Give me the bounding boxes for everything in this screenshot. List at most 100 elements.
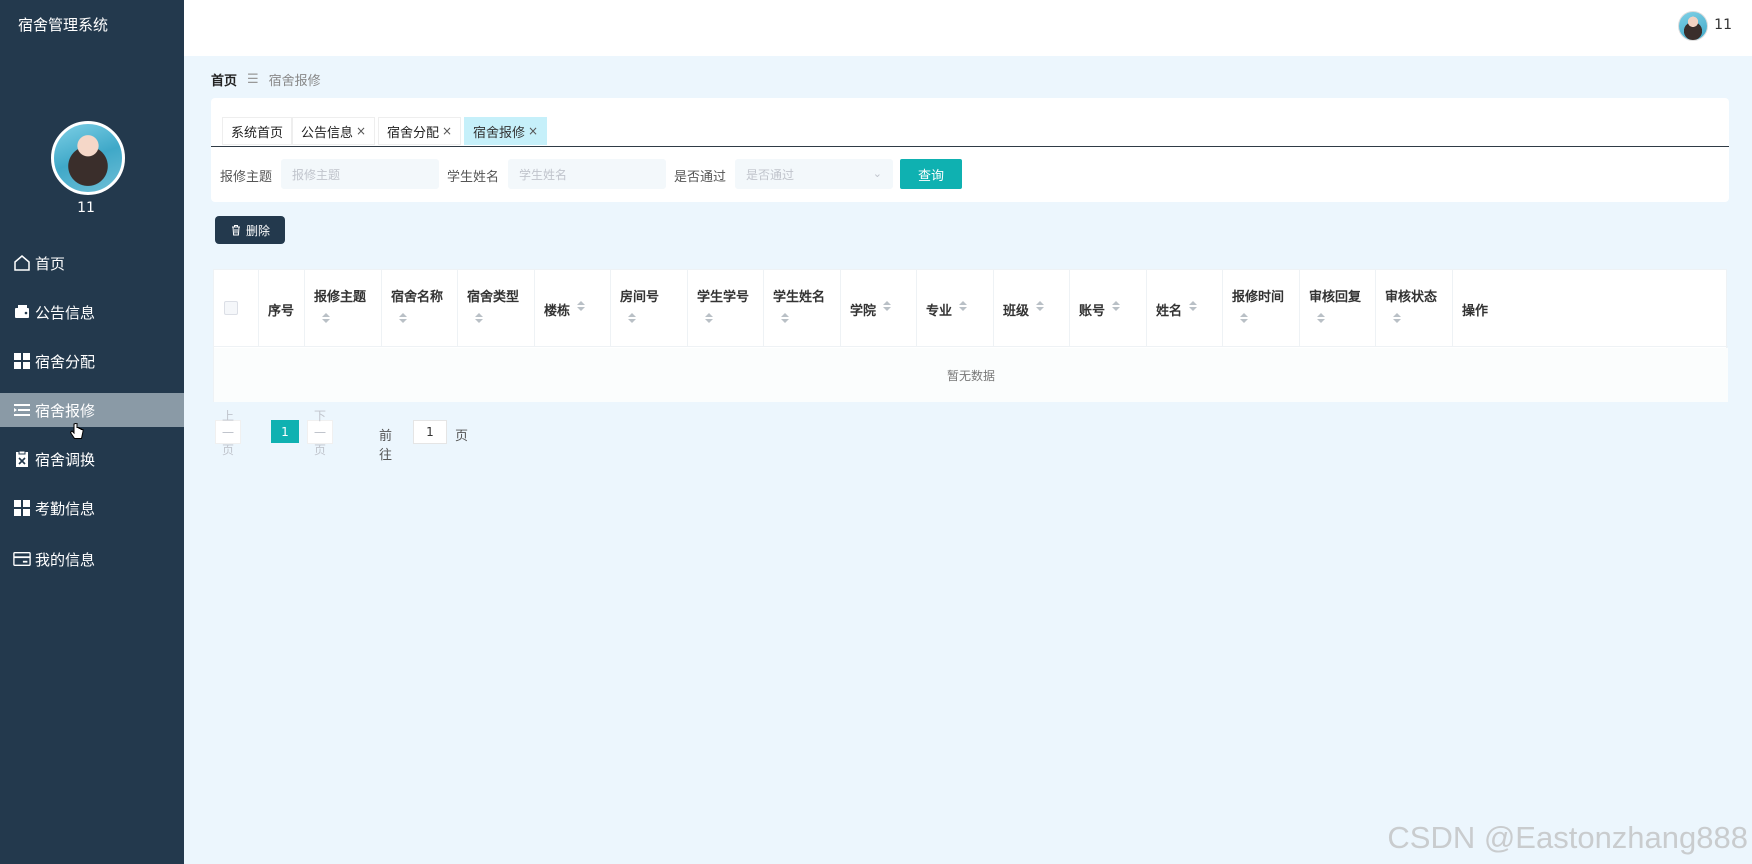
topic-input[interactable]: 报修主题 [281,159,439,189]
delete-label: 删除 [245,223,270,238]
sort-icon[interactable] [322,313,330,325]
sort-icon[interactable] [705,313,713,325]
tab-allocation[interactable]: 宿舍分配 × [378,117,462,145]
sidebar-item-my-info[interactable]: 我的信息 [0,542,184,576]
tab-label: 宿舍分配 [387,125,440,141]
column-header[interactable]: 宿舍名称 [382,270,458,347]
hand-cursor-icon [70,423,84,439]
column-header[interactable]: 学生姓名 [764,270,841,347]
column-header[interactable]: 姓名 [1147,270,1223,347]
column-header[interactable]: 楼栋 [535,270,611,347]
trash-icon [231,225,240,236]
student-name-placeholder: 学生姓名 [519,167,568,182]
tab-repair[interactable]: 宿舍报修 × [464,117,548,145]
sort-icon[interactable] [1112,301,1120,313]
profile-name: 11 [77,200,95,216]
sort-icon[interactable] [475,313,483,325]
sidebar-item-allocation[interactable]: 宿舍分配 [0,344,184,378]
sort-icon[interactable] [577,301,585,313]
user-avatar[interactable] [1678,11,1708,41]
column-header[interactable]: 专业 [917,270,994,347]
table-header: 序号 报修主题 宿舍名称 宿舍类型 楼栋 房间号 学生学号 学生姓名 学院 专业… [214,270,1728,347]
breadcrumb-home[interactable]: 首页 [211,70,237,89]
sort-icon[interactable] [399,313,407,325]
sort-icon[interactable] [1393,313,1401,325]
delete-button[interactable]: 删除 [215,216,285,244]
close-icon[interactable]: × [356,124,366,138]
column-header: 序号 [259,270,305,347]
passed-label: 是否通过 [674,170,727,185]
column-header[interactable]: 审核状态 [1376,270,1453,347]
sort-icon[interactable] [1189,301,1197,313]
sidebar-item-swap[interactable]: 宿舍调换 [0,442,184,476]
passed-select[interactable]: 是否通过 ⌄ [735,159,893,189]
tab-bar: 系统首页 公告信息 × 宿舍分配 × 宿舍报修 × [211,98,1729,147]
column-header[interactable]: 学院 [841,270,917,347]
profile-avatar [51,121,125,195]
tab-notices[interactable]: 公告信息 × [292,117,376,145]
query-button[interactable]: 查询 [900,159,962,189]
goto-page-input[interactable]: 1 [413,420,447,444]
sidebar-item-attendance[interactable]: 考勤信息 [0,491,184,525]
wallet-icon [13,303,31,321]
sort-icon[interactable] [959,301,967,313]
tab-system-home[interactable]: 系统首页 [222,117,293,145]
breadcrumb-current: 宿舍报修 [268,74,321,89]
column-header[interactable]: 班级 [994,270,1070,347]
select-all-checkbox[interactable] [224,301,238,315]
top-bar: 11 [184,0,1752,56]
breadcrumb: 首页 ☰ 宿舍报修 [211,70,321,89]
home-icon [13,254,31,272]
close-icon[interactable]: × [442,124,452,138]
column-header[interactable]: 学生学号 [688,270,764,347]
sidebar-item-label: 宿舍报修 [35,401,96,420]
column-header: 操作 [1462,304,1489,319]
breadcrumb-separator-icon: ☰ [247,72,259,87]
column-header[interactable]: 报修主题 [305,270,382,347]
card-icon [13,550,31,568]
sort-icon[interactable] [883,301,891,313]
user-name[interactable]: 11 [1714,17,1732,33]
topic-placeholder: 报修主题 [292,167,341,182]
goto-label: 前往 [379,429,393,463]
sort-icon[interactable] [1036,301,1044,313]
sidebar-item-label: 我的信息 [35,550,96,569]
tab-label: 公告信息 [301,125,354,141]
app-title: 宿舍管理系统 [18,16,109,34]
student-name-label: 学生姓名 [447,170,500,185]
sort-icon[interactable] [1317,313,1325,325]
sort-icon[interactable] [781,313,789,325]
page-suffix-label: 页 [455,429,469,444]
chevron-down-icon: ⌄ [872,167,882,180]
search-form: 报修主题 报修主题 学生姓名 学生姓名 是否通过 是否通过 ⌄ 查询 [211,159,1729,189]
sidebar-item-home[interactable]: 首页 [0,246,184,280]
next-page-button[interactable]: 下一页 [307,409,334,457]
sidebar-item-label: 宿舍分配 [35,352,96,371]
student-name-input[interactable]: 学生姓名 [508,159,666,189]
list-icon [13,401,31,419]
column-header[interactable]: 报修时间 [1223,270,1300,347]
sidebar-item-repair[interactable]: 宿舍报修 [0,393,184,427]
column-header[interactable]: 宿舍类型 [458,270,535,347]
sidebar: 宿舍管理系统 11 首页 公告信息 宿舍分配 宿舍报修 宿舍调换 考勤信息 我的… [0,0,184,864]
sidebar-item-notices[interactable]: 公告信息 [0,295,184,329]
empty-state: 暂无数据 [214,348,1728,402]
clipboard-icon [13,450,31,468]
sidebar-item-label: 考勤信息 [35,499,96,518]
prev-page-button[interactable]: 上一页 [215,409,242,457]
select-all-column [214,270,259,347]
tab-label: 系统首页 [231,125,284,141]
sort-icon[interactable] [1240,313,1248,325]
column-header[interactable]: 账号 [1070,270,1147,347]
sidebar-item-label: 公告信息 [35,303,96,322]
watermark: CSDN @Eastonzhang888 [1387,820,1748,855]
column-header[interactable]: 房间号 [611,270,688,347]
grid-icon [13,499,31,517]
sort-icon[interactable] [628,313,636,325]
page-number-button[interactable]: 1 [271,420,299,443]
topic-label: 报修主题 [220,170,273,185]
search-card: 系统首页 公告信息 × 宿舍分配 × 宿舍报修 × 报修主题 报修主题 学生姓名… [211,98,1729,202]
tab-label: 宿舍报修 [473,125,526,141]
close-icon[interactable]: × [528,124,538,138]
column-header[interactable]: 审核回复 [1300,270,1376,347]
